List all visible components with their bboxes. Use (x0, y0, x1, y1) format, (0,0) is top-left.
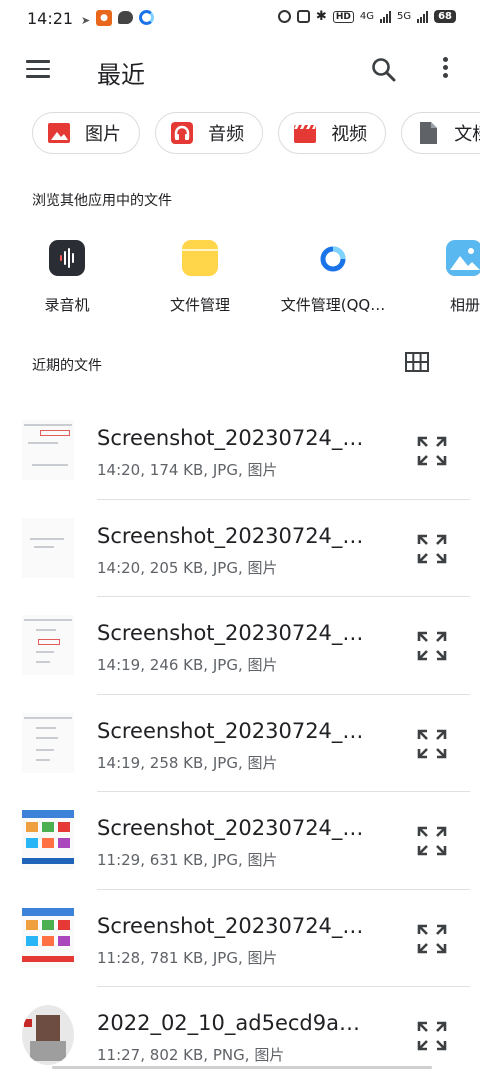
file-thumbnail (22, 907, 74, 968)
file-thumbnail (22, 1005, 74, 1065)
app-label: 相册 (450, 296, 480, 314)
more-options-icon[interactable] (437, 57, 453, 83)
file-name: Screenshot_20230724_… (97, 718, 364, 743)
chip-documents[interactable]: 文档 (401, 112, 480, 154)
file-meta: 11:29, 631 KB, JPG, 图片 (97, 851, 278, 869)
app-label: 文件管理(QQ… (280, 296, 386, 314)
image-icon (48, 123, 70, 143)
browse-section-title: 浏览其他应用中的文件 (32, 193, 172, 209)
notification-app-icon: ● (96, 10, 112, 26)
alarm-icon (277, 10, 291, 23)
video-icon (294, 125, 317, 143)
search-icon[interactable] (371, 57, 397, 83)
file-row[interactable]: Screenshot_20230724_… 11:29, 631 KB, JPG… (0, 792, 480, 890)
grid-view-icon[interactable] (405, 352, 429, 372)
file-thumbnail (22, 420, 74, 480)
qq-browser-notification-icon (139, 10, 154, 25)
expand-icon[interactable] (416, 728, 448, 760)
navigation-arrow-icon: ➤ (81, 14, 91, 27)
file-meta: 14:20, 205 KB, JPG, 图片 (97, 558, 278, 577)
hd-badge: HD (332, 10, 354, 23)
chat-icon (118, 11, 133, 24)
status-time: 14:21 (27, 9, 74, 28)
expand-icon[interactable] (416, 923, 448, 955)
mute-icon (296, 10, 310, 23)
file-row[interactable]: Screenshot_20230724_… 14:19, 246 KB, JPG… (0, 597, 480, 695)
file-name: Screenshot_20230724_… (97, 621, 364, 645)
document-icon (420, 122, 438, 144)
chip-images[interactable]: 图片 (32, 112, 140, 154)
menu-icon[interactable] (26, 60, 50, 78)
file-thumbnail (22, 712, 74, 773)
file-row[interactable]: Screenshot_20230724_… 14:20, 174 KB, JPG… (0, 402, 480, 500)
file-name: Screenshot_20230724_… (97, 913, 364, 938)
page-title: 最近 (97, 61, 145, 89)
signal-icon (379, 10, 391, 23)
battery-indicator: 68 (434, 10, 456, 23)
expand-icon[interactable] (416, 825, 448, 857)
file-thumbnail (22, 615, 74, 675)
expand-icon[interactable] (416, 630, 448, 662)
chip-label: 文档 (454, 124, 480, 145)
signal-icon (417, 10, 429, 23)
app-qq-file-manager[interactable]: 文件管理(QQ… (268, 236, 398, 315)
file-meta: 11:27, 802 KB, PNG, 图片 (97, 1046, 285, 1064)
expand-icon[interactable] (416, 435, 448, 467)
app-file-manager[interactable]: 文件管理 (135, 236, 265, 315)
file-row[interactable]: Screenshot_20230724_… 11:28, 781 KB, JPG… (0, 890, 480, 987)
apps-row: 录音机 文件管理 文件管理(QQ… 相册 (0, 236, 480, 320)
app-label: 录音机 (44, 296, 90, 314)
chip-label: 图片 (85, 124, 121, 145)
file-name: Screenshot_20230724_… (97, 816, 364, 840)
file-row[interactable]: Screenshot_20230724_… 14:20, 205 KB, JPG… (0, 500, 480, 597)
app-bar: 最近 (0, 40, 480, 102)
gallery-icon (446, 240, 480, 276)
chip-label: 视频 (331, 124, 368, 145)
file-name: 2022_02_10_ad5ecd9a… (97, 1011, 360, 1035)
file-name: Screenshot_20230724_… (97, 426, 364, 450)
recent-files-list: Screenshot_20230724_… 14:20, 174 KB, JPG… (0, 402, 480, 1070)
file-thumbnail (22, 517, 74, 578)
home-indicator[interactable] (52, 1066, 432, 1069)
file-meta: 11:28, 781 KB, JPG, 图片 (97, 948, 278, 967)
expand-icon[interactable] (416, 533, 448, 565)
file-meta: 14:20, 174 KB, JPG, 图片 (97, 461, 278, 479)
status-bar: 14:21 ➤ ● ✱ HD 4G 5G 68 (0, 0, 480, 38)
chip-video[interactable]: 视频 (278, 112, 387, 154)
network-5g-label: 5G (396, 11, 412, 22)
file-row[interactable]: 2022_02_10_ad5ecd9a… 11:27, 802 KB, PNG,… (0, 987, 480, 1070)
file-meta: 14:19, 258 KB, JPG, 图片 (97, 753, 278, 772)
network-4g-label: 4G (359, 11, 374, 22)
app-recorder[interactable]: 录音机 (2, 236, 132, 315)
chip-audio[interactable]: 音频 (155, 112, 264, 154)
status-indicators: ✱ HD 4G 5G 68 (277, 9, 456, 24)
file-name: Screenshot_20230724_… (97, 523, 364, 548)
headphones-icon (171, 122, 194, 144)
bluetooth-icon: ✱ (315, 9, 327, 24)
folder-icon (182, 240, 218, 276)
file-thumbnail (22, 810, 74, 870)
file-meta: 14:19, 246 KB, JPG, 图片 (97, 656, 278, 674)
qq-browser-icon (315, 240, 351, 276)
recent-section-title: 近期的文件 (32, 358, 102, 374)
category-chips: 图片 音频 视频 文档 (32, 112, 480, 156)
expand-icon[interactable] (416, 1020, 448, 1052)
file-row[interactable]: Screenshot_20230724_… 14:19, 258 KB, JPG… (0, 695, 480, 792)
recorder-icon (49, 240, 85, 276)
app-gallery[interactable]: 相册 (400, 236, 480, 315)
app-label: 文件管理 (169, 296, 230, 314)
chip-label: 音频 (208, 124, 245, 145)
